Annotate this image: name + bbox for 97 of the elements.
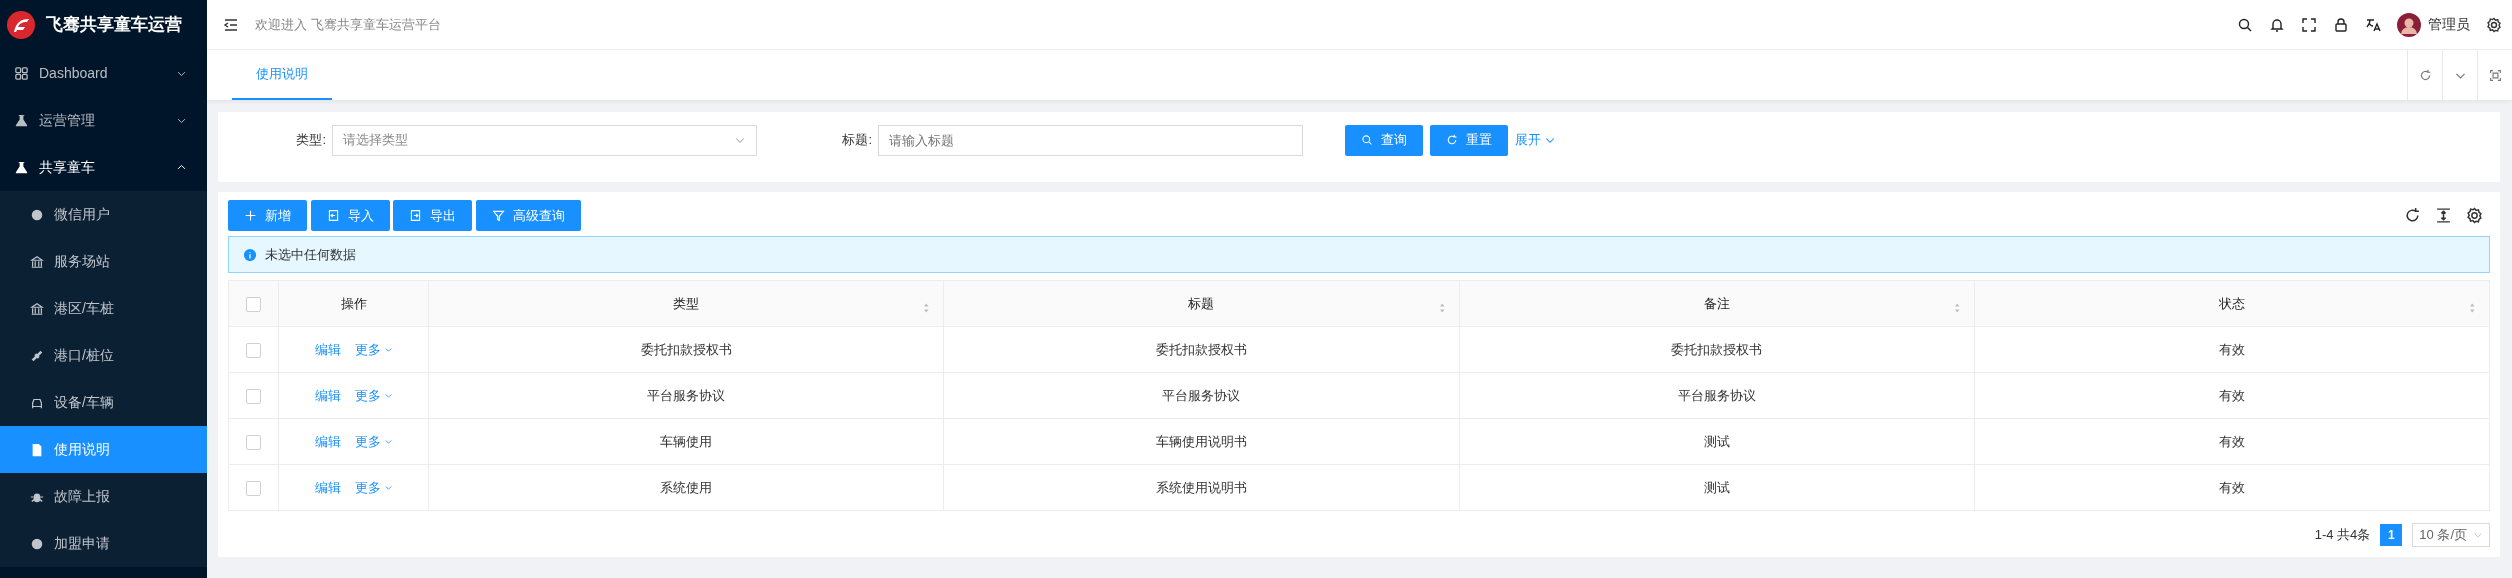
table-cell: 委托扣款授权书 [428, 326, 944, 373]
filter-icon [491, 209, 505, 222]
sidebar-item[interactable]: 港口/桩位 [0, 332, 207, 379]
table-cell: 有效 [1974, 326, 2490, 373]
sidebar-item[interactable]: 微信用户 [0, 191, 207, 238]
page-button[interactable]: 1 [2380, 524, 2403, 546]
table-cell: 委托扣款授权书 [1459, 326, 1975, 373]
bell-icon[interactable] [2269, 16, 2285, 33]
search-button[interactable]: 查询 [1345, 124, 1423, 156]
import-icon [326, 209, 340, 222]
column-header[interactable]: 类型 [428, 280, 944, 327]
caret-icon [383, 391, 393, 400]
welcome-text: 欢迎进入 飞骞共享童车运营平台 [255, 15, 442, 34]
caret-icon [2473, 530, 2483, 540]
table-cell: 平台服务协议 [1459, 372, 1975, 419]
caret-icon [383, 437, 393, 446]
column-header[interactable]: 状态 [1974, 280, 2490, 327]
select-all-checkbox[interactable] [246, 296, 261, 312]
translate-icon[interactable] [2365, 16, 2381, 33]
export-button[interactable]: 导出 [393, 200, 472, 231]
table-cell: 系统使用 [428, 464, 944, 511]
refresh-icon[interactable] [2404, 207, 2421, 224]
row-checkbox[interactable] [246, 480, 261, 496]
type-select[interactable]: 请选择类型 [332, 124, 757, 156]
sidebar-menu-item[interactable]: 运营管理 [0, 97, 207, 144]
page-tab[interactable]: 使用说明 [232, 50, 332, 100]
bank-icon [30, 301, 44, 316]
row-height-icon[interactable] [2435, 207, 2452, 224]
more-link[interactable]: 更多 [354, 477, 393, 498]
edit-link[interactable]: 编辑 [314, 385, 341, 406]
sidebar-item[interactable]: 故障上报 [0, 473, 207, 520]
expand-link[interactable]: 展开 [1515, 130, 1556, 150]
table-cell: 测试 [1459, 464, 1975, 511]
sidebar-item[interactable]: 服务场站 [0, 238, 207, 285]
sidebar-menu-item[interactable]: Dashboard [0, 50, 207, 97]
reload-icon [1446, 134, 1458, 146]
field-label: 类型: [295, 131, 327, 150]
table-cell: 车辆使用说明书 [943, 418, 1459, 465]
document-icon [30, 442, 44, 457]
export-icon [409, 209, 422, 222]
table-cell: 有效 [1974, 464, 2490, 511]
info-icon [243, 247, 257, 262]
field-label: 标题: [841, 131, 873, 150]
user-name[interactable]: 管理员 [2428, 14, 2470, 35]
grid-icon [14, 66, 29, 81]
flask-icon [14, 160, 29, 175]
plus-icon [244, 209, 257, 222]
table-cell: 测试 [1459, 418, 1975, 465]
fullscreen-icon[interactable] [2301, 16, 2317, 33]
menu-icon[interactable] [223, 16, 239, 33]
column-header[interactable]: 备注 [1459, 280, 1975, 327]
table-cell: 系统使用说明书 [943, 464, 1459, 511]
alert-text: 未选中任何数据 [265, 245, 356, 264]
logo-icon [6, 10, 36, 40]
settings-icon[interactable] [2486, 16, 2502, 33]
plug-icon [30, 348, 44, 363]
table-cell: 平台服务协议 [428, 372, 944, 419]
search-icon [1361, 134, 1373, 146]
add-button[interactable]: 新增 [228, 200, 307, 231]
edit-link[interactable]: 编辑 [314, 477, 341, 498]
logo-text: 飞骞共享童车运营 [46, 14, 182, 37]
lock-icon[interactable] [2333, 16, 2349, 33]
table-cell: 平台服务协议 [943, 372, 1459, 419]
more-link[interactable]: 更多 [354, 385, 393, 406]
avatar[interactable] [2397, 12, 2421, 37]
sidebar-item[interactable]: 加盟申请 [0, 520, 207, 567]
caret-icon [383, 345, 393, 354]
title-input[interactable]: 请输入标题 [878, 124, 1303, 156]
more-link[interactable]: 更多 [354, 339, 393, 360]
maximize-icon [2488, 68, 2502, 82]
pagination-summary: 1-4 共4条 [2314, 526, 2371, 545]
flask-icon [14, 113, 29, 128]
table-cell: 有效 [1974, 418, 2490, 465]
table-cell: 车辆使用 [428, 418, 944, 465]
column-header: 操作 [278, 280, 429, 327]
reload-icon [2418, 68, 2432, 82]
sidebar-item[interactable]: 港区/车桩 [0, 285, 207, 332]
advanced-query-button[interactable]: 高级查询 [475, 200, 581, 231]
table-cell: 有效 [1974, 372, 2490, 419]
settings-icon[interactable] [2466, 207, 2483, 224]
sidebar-item[interactable]: 设备/车辆 [0, 379, 207, 426]
import-button[interactable]: 导入 [310, 200, 390, 231]
row-checkbox[interactable] [246, 434, 261, 450]
reset-button[interactable]: 重置 [1430, 124, 1508, 156]
row-checkbox[interactable] [246, 342, 261, 358]
more-link[interactable]: 更多 [354, 431, 393, 452]
bank-icon [30, 254, 44, 269]
caret-icon [383, 483, 393, 492]
edit-link[interactable]: 编辑 [314, 339, 341, 360]
sidebar-menu-item[interactable]: 共享童车 [0, 144, 207, 191]
page-size-select[interactable]: 10 条/页 [2412, 523, 2490, 547]
row-checkbox[interactable] [246, 388, 261, 404]
search-icon[interactable] [2237, 16, 2253, 33]
edit-link[interactable]: 编辑 [314, 431, 341, 452]
column-header[interactable]: 标题 [943, 280, 1459, 327]
sidebar-item[interactable]: 使用说明 [0, 426, 207, 473]
table-cell: 委托扣款授权书 [943, 326, 1459, 373]
